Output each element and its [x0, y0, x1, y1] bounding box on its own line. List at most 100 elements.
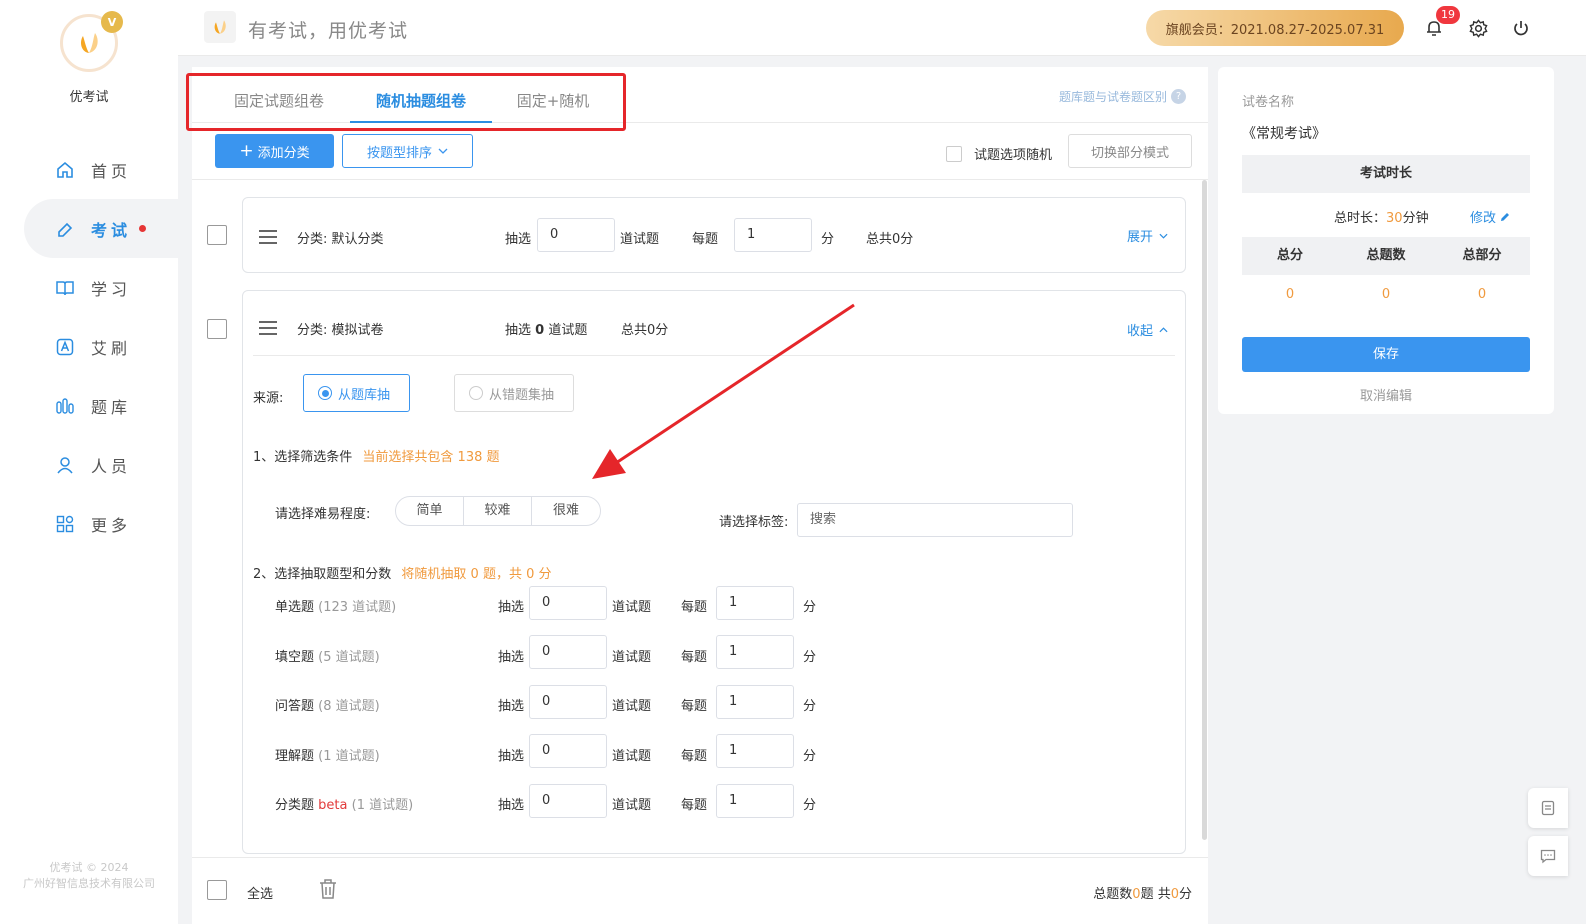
sidebar-item-exam[interactable]: 考试	[24, 199, 178, 258]
per-score-input[interactable]: 1	[716, 734, 794, 768]
sidebar-item-label: 学习	[91, 279, 132, 299]
stat-section-count-label: 总部分	[1462, 248, 1502, 263]
sidebar-item-more[interactable]: 更多	[0, 494, 178, 553]
modify-duration-link[interactable]: 修改	[1470, 207, 1511, 226]
vertical-scrollbar[interactable]	[1202, 180, 1207, 840]
sidebar-item-label: 更多	[91, 515, 132, 535]
switch-section-mode-button[interactable]: 切换部分模式	[1068, 134, 1192, 168]
pick-count-input[interactable]: 0	[529, 685, 607, 719]
brand-name: 优考试	[69, 90, 109, 105]
sort-by-type-dropdown[interactable]: 按题型排序	[342, 134, 473, 168]
category-1-checkbox[interactable]	[207, 225, 227, 245]
sidebar-item-study[interactable]: 学习	[0, 258, 178, 317]
difficulty-hard[interactable]: 较难	[464, 497, 532, 525]
chat-float-button[interactable]	[1528, 836, 1568, 876]
pick-label: 抽选	[498, 749, 525, 764]
per-label: 每题	[692, 232, 719, 247]
source-from-mistakes-option[interactable]: 从错题集抽	[454, 374, 574, 412]
sidebar-item-question-bank[interactable]: 题库	[0, 376, 178, 435]
score-unit: 分	[803, 798, 817, 813]
save-button[interactable]: 保存	[1242, 337, 1530, 372]
step2-heading: 2、选择抽取题型和分数 将随机抽取 0 题，共 0 分	[253, 563, 552, 582]
unit-label: 道试题	[612, 699, 652, 714]
random-options-toggle[interactable]: 试题选项随机	[946, 144, 1052, 163]
brand-logo[interactable]: V	[60, 11, 123, 72]
difficulty-selector: 简单 较难 很难	[395, 496, 601, 526]
sidebar-item-aishua[interactable]: 艾刷	[0, 317, 178, 376]
paper-name-label: 试卷名称	[1242, 95, 1295, 110]
type-count: (1 道试题)	[351, 798, 414, 813]
type-label: 理解题	[275, 749, 315, 764]
toolbar: + 添加分类 按题型排序 试题选项随机 切换部分模式	[192, 123, 1208, 180]
chat-icon	[1540, 849, 1556, 864]
radio-unselected	[469, 386, 483, 400]
tag-label: 请选择标签:	[719, 515, 789, 530]
footer-bar: 全选 总题数0题 共0分	[192, 857, 1208, 924]
paper-name: 《常规考试》	[1242, 126, 1326, 142]
notes-float-button[interactable]	[1528, 788, 1568, 828]
stat-section-count: 0	[1477, 287, 1487, 302]
difficulty-easy[interactable]: 简单	[396, 497, 464, 525]
select-all-label: 全选	[247, 887, 274, 902]
score-unit: 分	[821, 232, 835, 247]
type-label: 分类题	[275, 798, 315, 813]
per-score-input[interactable]: 1	[716, 685, 794, 719]
per-label: 每题	[681, 749, 708, 764]
cancel-edit-link[interactable]: 取消编辑	[1218, 385, 1554, 404]
summary-count: 0	[535, 323, 545, 338]
vip-membership-badge[interactable]: 旗舰会员：2021.08.27-2025.07.31	[1146, 10, 1404, 46]
per-label: 每题	[681, 798, 708, 813]
duration-text: 总时长：30分钟	[1334, 207, 1429, 226]
a-icon	[55, 337, 75, 357]
select-all-checkbox[interactable]	[207, 880, 227, 900]
pick-count-input[interactable]: 0	[537, 218, 615, 252]
pencil-icon	[1501, 212, 1510, 221]
copyright: 优考试 © 2024 广州好智信息技术有限公司	[0, 860, 178, 892]
chevron-up-icon	[1159, 326, 1168, 332]
per-score-input[interactable]: 1	[716, 784, 794, 818]
sidebar-item-home[interactable]: 首页	[0, 140, 178, 199]
random-options-label: 试题选项随机	[974, 148, 1053, 163]
add-category-button[interactable]: + 添加分类	[215, 134, 334, 168]
category-2-checkbox[interactable]	[207, 319, 227, 339]
per-score-input[interactable]: 1	[734, 218, 812, 252]
score-unit: 分	[803, 600, 817, 615]
pick-label: 抽选	[498, 600, 525, 615]
type-label: 问答题	[275, 699, 315, 714]
pick-count-input[interactable]: 0	[529, 784, 607, 818]
trash-icon[interactable]	[318, 878, 338, 904]
collapse-toggle[interactable]: 收起	[1127, 320, 1168, 339]
power-icon[interactable]	[1510, 17, 1532, 39]
notification-dot	[139, 225, 147, 232]
gear-icon[interactable]	[1467, 17, 1489, 39]
pick-count-input[interactable]: 0	[529, 734, 607, 768]
per-score-input[interactable]: 1	[716, 635, 794, 669]
home-icon	[55, 160, 75, 180]
type-name: 问答题 (8 道试题)	[275, 695, 380, 714]
random-options-checkbox[interactable]	[946, 145, 962, 162]
sort-label: 按题型排序	[366, 145, 432, 161]
help-link-label: 题库题与试卷题区别	[1058, 90, 1167, 104]
type-name: 填空题 (5 道试题)	[275, 646, 380, 665]
expand-label: 展开	[1127, 230, 1154, 245]
type-count: (8 道试题)	[318, 699, 380, 714]
drag-handle-icon[interactable]	[259, 230, 277, 244]
sidebar-item-label: 考试	[91, 220, 132, 240]
sidebar-item-personnel[interactable]: 人员	[0, 435, 178, 494]
drag-handle-icon[interactable]	[259, 321, 277, 335]
bank-vs-paper-help-link[interactable]: 题库题与试卷题区别 ?	[1059, 88, 1186, 105]
difficulty-very-hard[interactable]: 很难	[532, 497, 600, 525]
per-score-input[interactable]: 1	[716, 586, 794, 620]
per-label: 每题	[681, 650, 708, 665]
copyright-company: 广州好智信息技术有限公司	[23, 877, 155, 890]
source-from-bank-option[interactable]: 从题库抽	[303, 374, 410, 412]
pick-count-input[interactable]: 0	[529, 635, 607, 669]
pick-count-input[interactable]: 0	[529, 586, 607, 620]
source-option-label: 从错题集抽	[489, 387, 555, 403]
expand-toggle[interactable]: 展开	[1127, 226, 1168, 245]
type-name: 单选题 (123 道试题)	[275, 596, 396, 615]
duration-title: 考试时长	[1359, 166, 1412, 181]
type-count: (1 道试题)	[318, 749, 380, 764]
tag-search-input[interactable]: 搜索	[797, 503, 1073, 537]
collapse-label: 收起	[1127, 324, 1154, 339]
